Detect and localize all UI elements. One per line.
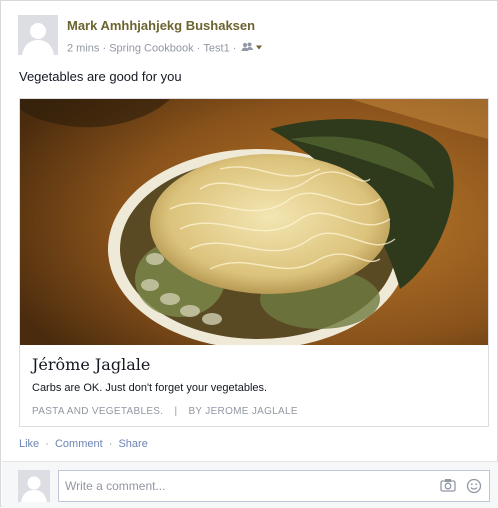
post-timestamp[interactable]: 2 mins: [67, 43, 99, 55]
pasta-photo: [20, 99, 488, 345]
action-separator: ·: [45, 438, 49, 450]
caret-down-icon: [256, 45, 263, 50]
share-link[interactable]: Share: [118, 438, 147, 450]
comment-composer: [2, 461, 498, 508]
feed-post: Mark Amhhjahjekg Bushaksen 2 mins · Spri…: [0, 0, 498, 508]
meta-separator: ·: [232, 42, 237, 55]
comment-input[interactable]: [59, 471, 429, 501]
like-link[interactable]: Like: [19, 438, 39, 450]
attachment-title[interactable]: Jérôme Jaglale: [32, 355, 150, 374]
author-avatar[interactable]: [18, 15, 58, 55]
smiley-icon[interactable]: [466, 478, 482, 499]
meta-separator: ·: [102, 42, 107, 55]
audience-selector[interactable]: [241, 42, 263, 55]
link-attachment[interactable]: Jérôme Jaglale Carbs are OK. Just don't …: [19, 98, 489, 427]
default-avatar-icon: [18, 15, 58, 55]
post-meta: 2 mins · Spring Cookbook · Test1 ·: [67, 42, 263, 55]
attachment-photo[interactable]: [20, 99, 488, 345]
meta-separator: ·: [196, 42, 201, 55]
camera-icon[interactable]: [440, 478, 456, 497]
source-author: BY JEROME JAGLALE: [188, 406, 298, 417]
attachment-source: PASTA AND VEGETABLES. | BY JEROME JAGLAL…: [32, 406, 298, 417]
post-message: Vegetables are good for you: [19, 69, 182, 84]
friends-icon: [241, 42, 263, 51]
post-app-link[interactable]: Spring Cookbook: [109, 43, 193, 55]
post-location-link[interactable]: Test1: [203, 43, 229, 55]
source-site: PASTA AND VEGETABLES.: [32, 406, 164, 417]
source-divider: |: [174, 406, 178, 417]
post-actions: Like · Comment · Share: [19, 438, 148, 450]
default-avatar-icon: [18, 470, 50, 502]
action-separator: ·: [108, 438, 113, 450]
comment-input-box[interactable]: [58, 470, 490, 502]
viewer-avatar: [18, 470, 50, 502]
attachment-description: Carbs are OK. Just don't forget your veg…: [32, 382, 268, 394]
comment-link[interactable]: Comment: [55, 438, 103, 450]
author-name[interactable]: Mark Amhhjahjekg Bushaksen: [67, 18, 255, 33]
